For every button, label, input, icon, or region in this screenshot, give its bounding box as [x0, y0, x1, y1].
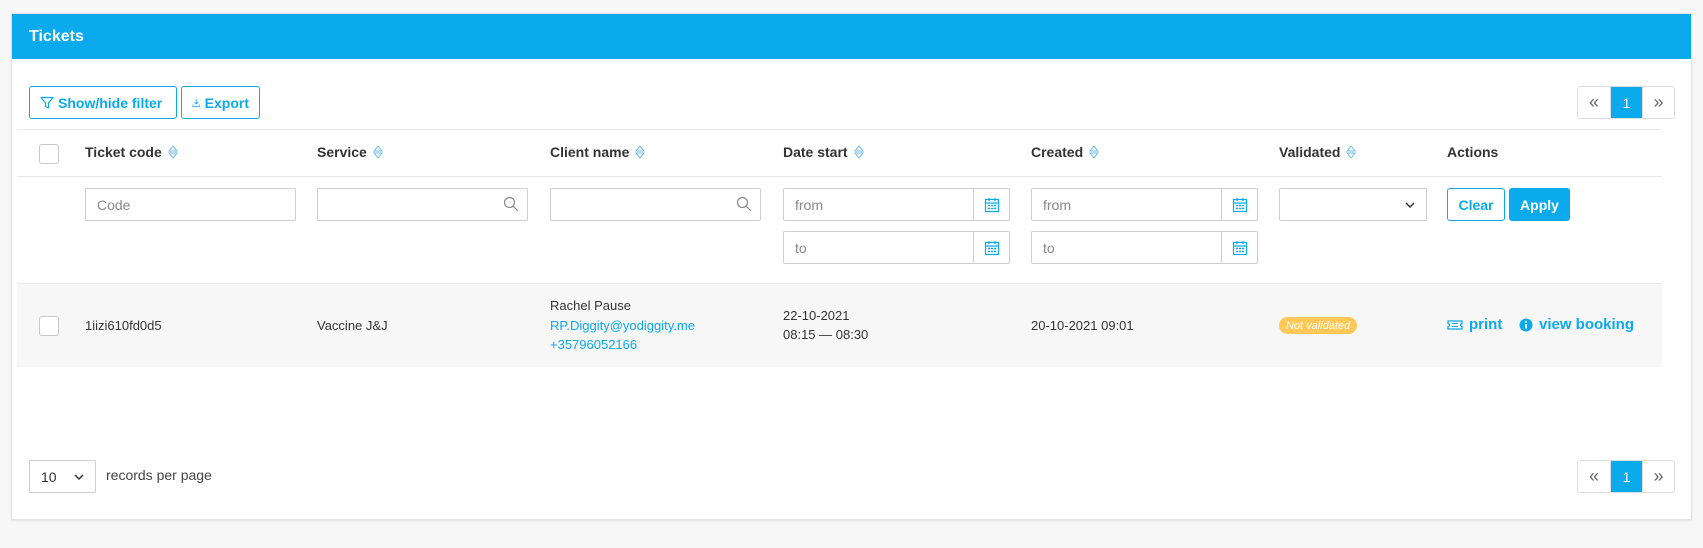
sort-icon — [635, 145, 646, 159]
ticket-code: 1iizi610fd0d5 — [85, 318, 162, 333]
date-start-from-input[interactable]: from — [783, 188, 1010, 221]
calendar-icon[interactable] — [1221, 232, 1257, 263]
prev-page-button[interactable]: « — [1578, 461, 1610, 492]
export-button[interactable]: Export — [181, 86, 260, 119]
page-1-button[interactable]: 1 — [1610, 461, 1642, 492]
date-start: 22-10-2021 — [783, 308, 850, 323]
records-per-page-select[interactable]: 10 — [29, 460, 96, 493]
calendar-icon[interactable] — [973, 189, 1009, 220]
created-to-placeholder: to — [1043, 239, 1055, 256]
records-per-page-label: records per page — [106, 467, 212, 483]
col-date-start-label: Date start — [783, 144, 848, 160]
divider — [17, 129, 1662, 130]
created-date: 20-10-2021 09:01 — [1031, 318, 1134, 333]
col-validated[interactable]: Validated — [1279, 144, 1357, 160]
client-name: Rachel Pause — [550, 298, 631, 313]
time-range: 08:15 — 08:30 — [783, 327, 869, 342]
validated-filter-select[interactable] — [1279, 188, 1427, 221]
search-icon — [503, 196, 519, 212]
col-actions: Actions — [1447, 144, 1499, 160]
sort-icon — [372, 145, 383, 159]
date-start-from-placeholder: from — [795, 196, 823, 213]
export-label: Export — [204, 94, 249, 111]
calendar-icon[interactable] — [973, 232, 1009, 263]
print-link[interactable]: print — [1447, 316, 1502, 333]
sort-icon — [853, 145, 864, 159]
date-start-to-placeholder: to — [795, 239, 807, 256]
ticket-icon — [1447, 319, 1463, 330]
tickets-panel: Tickets — [11, 13, 1692, 520]
col-validated-label: Validated — [1279, 144, 1341, 160]
pagination-top: « 1 » — [1577, 86, 1675, 119]
filter-icon — [40, 96, 54, 109]
col-created[interactable]: Created — [1031, 144, 1100, 160]
print-label: print — [1469, 316, 1503, 333]
chevron-down-icon — [1405, 202, 1415, 209]
panel-title: Tickets — [12, 14, 1691, 59]
sort-icon — [1346, 145, 1357, 159]
pagination-bottom: « 1 » — [1577, 460, 1675, 493]
service-name: Vaccine J&J — [317, 318, 388, 333]
service-filter-input[interactable] — [317, 188, 528, 221]
show-hide-filter-label: Show/hide filter — [58, 94, 163, 111]
sort-icon — [167, 145, 178, 159]
date-start-to-input[interactable]: to — [783, 231, 1010, 264]
client-phone-link[interactable]: +35796052166 — [550, 337, 637, 352]
view-booking-link[interactable]: view booking — [1519, 316, 1634, 333]
code-placeholder: Code — [97, 196, 131, 213]
row-checkbox[interactable] — [39, 316, 59, 336]
search-icon — [736, 196, 752, 212]
clear-button[interactable]: Clear — [1447, 188, 1505, 221]
col-ticket-code-label: Ticket code — [85, 144, 162, 160]
created-from-input[interactable]: from — [1031, 188, 1258, 221]
divider — [17, 176, 1662, 177]
client-filter-input[interactable] — [550, 188, 761, 221]
col-created-label: Created — [1031, 144, 1084, 160]
show-hide-filter-button[interactable]: Show/hide filter — [29, 86, 177, 119]
calendar-icon[interactable] — [1221, 189, 1257, 220]
client-email-link[interactable]: RP.Diggity@yodiggity.me — [550, 318, 695, 333]
col-service[interactable]: Service — [317, 144, 383, 160]
chevron-down-icon — [74, 474, 84, 481]
next-page-button[interactable]: » — [1642, 87, 1674, 118]
info-icon — [1519, 318, 1533, 331]
col-date-start[interactable]: Date start — [783, 144, 864, 160]
col-ticket-code[interactable]: Ticket code — [85, 144, 178, 160]
sort-icon — [1089, 145, 1100, 159]
col-client-name[interactable]: Client name — [550, 144, 646, 160]
col-client-name-label: Client name — [550, 144, 630, 160]
table-row — [17, 284, 1662, 367]
code-filter-input[interactable]: Code — [85, 188, 296, 221]
per-page-value: 10 — [41, 468, 57, 485]
prev-page-button[interactable]: « — [1578, 87, 1610, 118]
created-to-input[interactable]: to — [1031, 231, 1258, 264]
page-1-button[interactable]: 1 — [1610, 87, 1642, 118]
download-icon — [192, 98, 201, 107]
apply-button[interactable]: Apply — [1509, 188, 1570, 221]
created-from-placeholder: from — [1043, 196, 1071, 213]
next-page-button[interactable]: » — [1642, 461, 1674, 492]
select-all-checkbox[interactable] — [39, 144, 59, 164]
view-booking-label: view booking — [1539, 316, 1635, 333]
status-badge: Not validated — [1279, 317, 1358, 334]
col-service-label: Service — [317, 144, 367, 160]
